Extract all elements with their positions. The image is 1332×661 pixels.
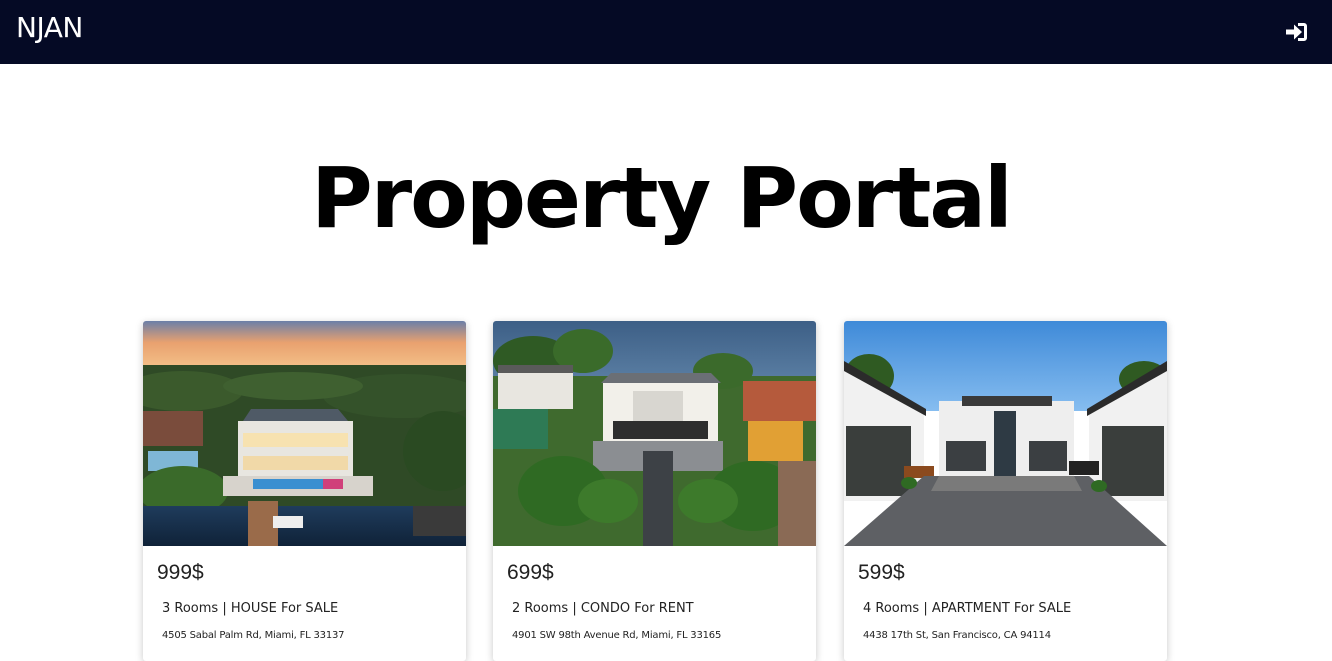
property-details: 2 Rooms | CONDO For RENT xyxy=(512,601,694,616)
brand-logo-link[interactable]: NJAN xyxy=(16,12,83,44)
property-photo xyxy=(493,321,816,546)
property-address: 4901 SW 98th Avenue Rd, Miami, FL 33165 xyxy=(512,630,722,641)
property-price: 599$ xyxy=(858,561,905,584)
property-price: 999$ xyxy=(157,561,204,584)
property-card[interactable]: 999$ 3 Rooms | HOUSE For SALE 4505 Sabal… xyxy=(143,321,466,661)
login-button[interactable] xyxy=(1284,19,1310,45)
property-card[interactable]: 699$ 2 Rooms | CONDO For RENT 4901 SW 98… xyxy=(493,321,816,661)
property-details: 3 Rooms | HOUSE For SALE xyxy=(162,601,339,616)
property-card[interactable]: 599$ 4 Rooms | APARTMENT For SALE 4438 1… xyxy=(844,321,1167,661)
property-photo xyxy=(143,321,466,546)
property-price: 699$ xyxy=(507,561,554,584)
top-navbar: NJAN xyxy=(0,0,1332,64)
property-details: 4 Rooms | APARTMENT For SALE xyxy=(863,601,1072,616)
sign-in-icon xyxy=(1284,19,1310,45)
page-title: Property Portal xyxy=(311,149,1013,247)
property-address: 4438 17th St, San Francisco, CA 94114 xyxy=(863,630,1051,641)
property-photo xyxy=(844,321,1167,546)
property-address: 4505 Sabal Palm Rd, Miami, FL 33137 xyxy=(162,630,345,641)
